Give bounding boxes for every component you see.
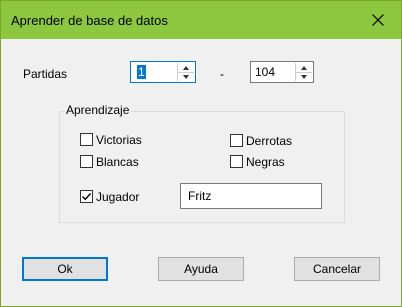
partidas-label: Partidas: [23, 67, 68, 81]
close-icon: [372, 14, 384, 26]
title-bar[interactable]: Aprender de base de datos: [1, 1, 401, 39]
dialog-title: Aprender de base de datos: [11, 13, 168, 28]
dialog-window: Aprender de base de datos Partidas 1 - 1…: [0, 0, 402, 307]
negras-label[interactable]: Negras: [246, 155, 285, 169]
decrement-button[interactable]: [178, 72, 194, 81]
ayuda-button[interactable]: Ayuda: [158, 257, 244, 281]
aprendizaje-legend: Aprendizaje: [64, 103, 132, 117]
negras-checkbox[interactable]: [230, 155, 243, 168]
derrotas-label[interactable]: Derrotas: [246, 134, 292, 148]
partidas-to-value[interactable]: 104: [255, 65, 275, 79]
partidas-from-value[interactable]: 1: [137, 65, 146, 79]
arrow-up-icon: [301, 65, 307, 70]
ok-button[interactable]: Ok: [22, 257, 108, 281]
cancelar-button[interactable]: Cancelar: [294, 257, 380, 281]
decrement-button[interactable]: [296, 72, 312, 81]
blancas-label[interactable]: Blancas: [96, 155, 139, 169]
derrotas-checkbox[interactable]: [230, 134, 243, 147]
partidas-to-stepper[interactable]: 104: [250, 61, 314, 83]
checkmark-icon: [82, 193, 92, 201]
victorias-label[interactable]: Victorias: [96, 133, 142, 147]
range-separator: -: [220, 67, 224, 81]
jugador-name-value: Fritz: [188, 189, 212, 203]
victorias-checkbox[interactable]: [80, 133, 93, 146]
arrow-up-icon: [183, 65, 189, 70]
stepper-buttons: [177, 63, 194, 81]
ok-button-label: Ok: [57, 262, 73, 276]
ayuda-button-label: Ayuda: [184, 262, 218, 276]
blancas-checkbox[interactable]: [80, 155, 93, 168]
arrow-down-icon: [183, 74, 189, 79]
cancelar-button-label: Cancelar: [312, 262, 362, 276]
jugador-checkbox[interactable]: [80, 190, 93, 203]
partidas-from-stepper[interactable]: 1: [130, 61, 196, 83]
arrow-down-icon: [301, 74, 307, 79]
jugador-label[interactable]: Jugador: [96, 190, 139, 204]
stepper-buttons: [295, 63, 312, 81]
jugador-name-field[interactable]: Fritz: [180, 183, 322, 209]
close-button[interactable]: [355, 1, 401, 39]
